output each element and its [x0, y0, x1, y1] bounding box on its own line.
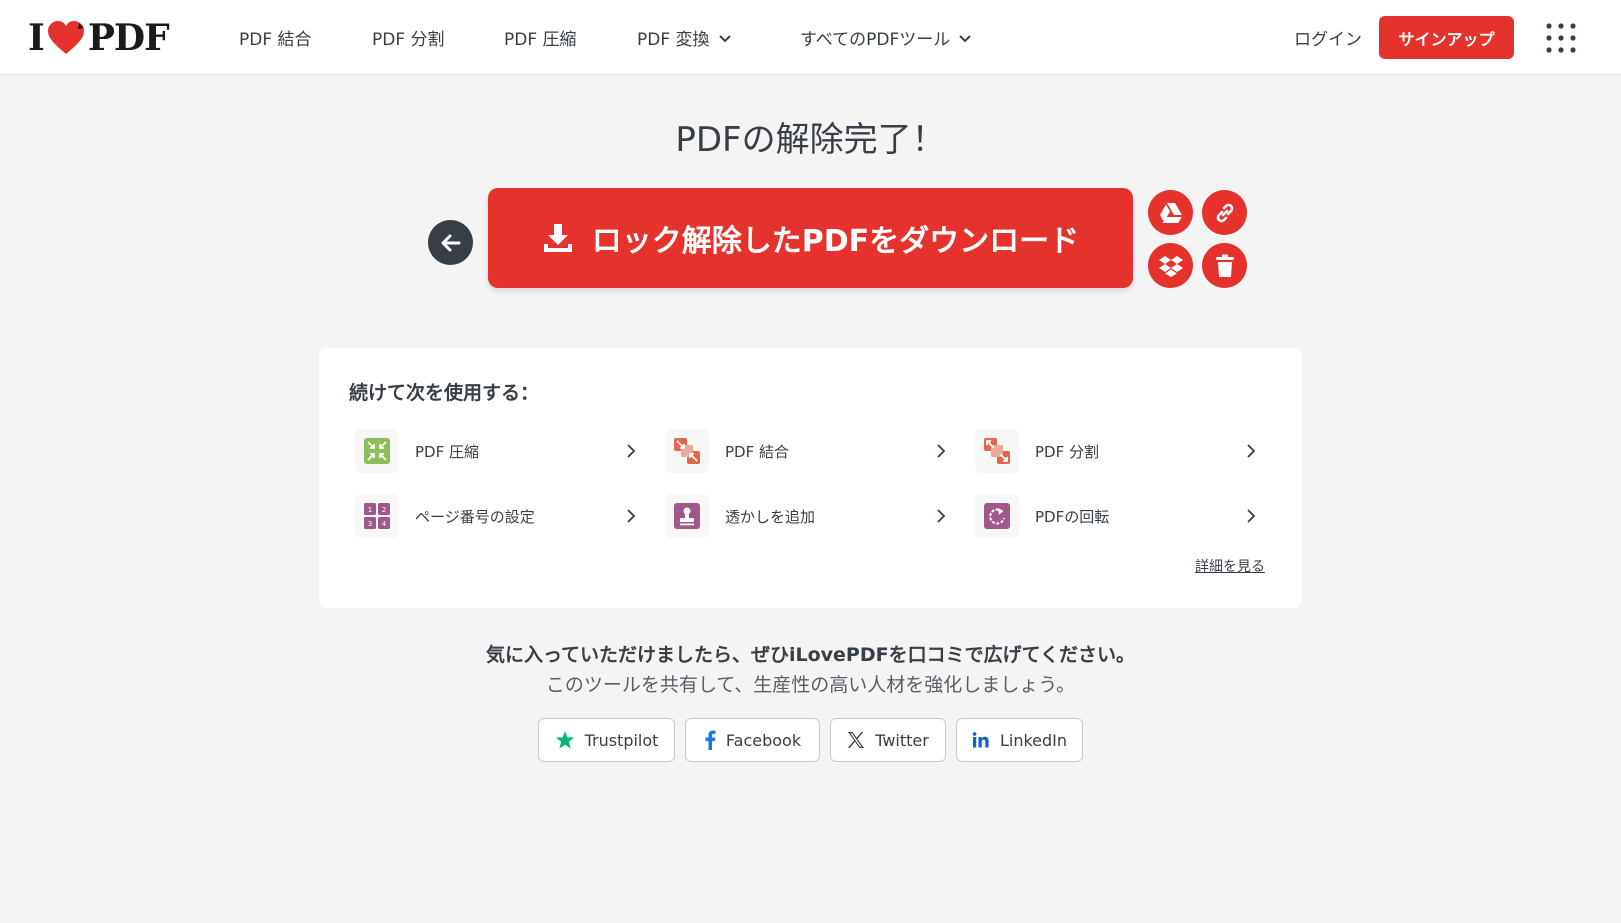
tool-split-pdf[interactable]: PDF 分割: [972, 426, 1262, 476]
nav-compress-label: PDF 圧縮: [504, 30, 577, 50]
back-button[interactable]: [428, 220, 473, 265]
page-title: PDFの解除完了！: [675, 120, 946, 160]
tool-compress-label: PDF 圧縮: [415, 442, 479, 461]
chevron-down-icon: [959, 34, 971, 42]
tool-icon-wrap: 1 2 3 4: [355, 494, 399, 538]
logo-text-pdf: PDF: [87, 17, 170, 59]
trustpilot-label: Trustpilot: [584, 730, 659, 750]
nav-split-label: PDF 分割: [372, 30, 445, 50]
download-button[interactable]: ロック解除したPDFをダウンロード: [488, 188, 1133, 288]
share-headline: 気に入っていただけましたら、ぜひiLovePDFを口コミで広げてください。: [485, 644, 1136, 666]
nav-convert-label: PDF 変換: [637, 30, 710, 50]
download-label: ロック解除したPDFをダウンロード: [591, 224, 1080, 259]
download-icon: [543, 224, 572, 252]
x-twitter-icon: [848, 732, 865, 748]
see-more-link[interactable]: 詳細を見る: [1195, 556, 1265, 576]
tool-compress-pdf[interactable]: PDF 圧縮: [352, 426, 642, 476]
heart-icon: [47, 21, 84, 54]
tool-page-numbers-label: ページ番号の設定: [415, 507, 535, 526]
link-icon: [1216, 203, 1233, 222]
svg-text:1: 1: [368, 506, 372, 514]
nav-convert-pdf[interactable]: PDF 変換: [637, 25, 732, 50]
continue-heading: 続けて次を使用する：: [349, 382, 540, 404]
split-icon: [984, 438, 1010, 464]
tool-icon-wrap: [355, 429, 399, 473]
google-drive-button[interactable]: [1148, 190, 1193, 235]
ilovepdf-logo[interactable]: I PDF: [28, 17, 170, 59]
tool-icon-wrap: [665, 429, 709, 473]
nav-all-tools-label: すべてのPDFツール: [800, 30, 951, 50]
tool-icon-wrap: [665, 494, 709, 538]
tool-rotate-label: PDFの回転: [1035, 507, 1110, 526]
chevron-right-icon: [937, 509, 946, 523]
twitter-button[interactable]: Twitter: [830, 718, 946, 762]
tool-add-watermark[interactable]: 透かしを追加: [662, 491, 952, 541]
share-subline: このツールを共有して、生産性の高い人材を強化しましょう。: [545, 674, 1076, 696]
dropbox-button[interactable]: [1148, 243, 1193, 288]
watermark-icon: [674, 503, 700, 529]
tool-merge-pdf[interactable]: PDF 結合: [662, 426, 952, 476]
login-link[interactable]: ログイン: [1294, 25, 1362, 50]
dropbox-icon: [1158, 255, 1183, 277]
continue-card: 続けて次を使用する： PDF 圧縮 PDF 結合 PDF 分割 1 2 3 4 …: [319, 348, 1302, 608]
nav-split-pdf[interactable]: PDF 分割: [372, 25, 445, 50]
top-header: I PDF PDF 結合 PDF 分割 PDF 圧縮 PDF 変換 すべてのPD…: [0, 0, 1621, 75]
facebook-icon: [705, 730, 716, 750]
rotate-icon: [984, 503, 1010, 529]
svg-text:2: 2: [382, 506, 386, 514]
signup-button[interactable]: サインアップ: [1379, 16, 1514, 59]
tool-split-label: PDF 分割: [1035, 442, 1099, 461]
nav-merge-pdf[interactable]: PDF 結合: [239, 25, 312, 50]
trustpilot-button[interactable]: Trustpilot: [538, 718, 675, 762]
nav-merge-label: PDF 結合: [239, 30, 312, 50]
chevron-down-icon: [718, 34, 731, 42]
delete-button[interactable]: [1202, 243, 1247, 288]
arrow-left-icon: [441, 234, 460, 251]
linkedin-icon: [972, 732, 989, 748]
tool-watermark-label: 透かしを追加: [725, 507, 816, 526]
tool-merge-label: PDF 結合: [725, 442, 789, 461]
merge-icon: [674, 438, 700, 464]
logo-letter-i: I: [28, 17, 45, 59]
share-link-button[interactable]: [1202, 190, 1247, 235]
google-drive-icon: [1159, 202, 1182, 223]
svg-text:3: 3: [368, 520, 372, 528]
linkedin-label: LinkedIn: [999, 730, 1068, 750]
chevron-right-icon: [1247, 509, 1256, 523]
chevron-right-icon: [937, 444, 946, 458]
facebook-label: Facebook: [725, 730, 802, 750]
twitter-label: Twitter: [875, 730, 929, 750]
apps-grid-icon[interactable]: [1545, 22, 1577, 54]
compress-icon: [364, 438, 390, 464]
chevron-right-icon: [627, 509, 636, 523]
tool-icon-wrap: [975, 429, 1019, 473]
linkedin-button[interactable]: LinkedIn: [956, 718, 1083, 762]
star-icon: [555, 731, 574, 749]
nav-all-tools[interactable]: すべてのPDFツール: [800, 25, 972, 50]
nav-compress-pdf[interactable]: PDF 圧縮: [504, 25, 577, 50]
tool-icon-wrap: [975, 494, 1019, 538]
tool-rotate-pdf[interactable]: PDFの回転: [972, 491, 1262, 541]
page-numbers-icon: 1 2 3 4: [364, 503, 390, 529]
trash-icon: [1215, 254, 1234, 277]
tool-page-numbers[interactable]: 1 2 3 4 ページ番号の設定: [352, 491, 642, 541]
chevron-right-icon: [1247, 444, 1256, 458]
chevron-right-icon: [627, 444, 636, 458]
svg-text:4: 4: [382, 520, 387, 528]
facebook-button[interactable]: Facebook: [685, 718, 820, 762]
